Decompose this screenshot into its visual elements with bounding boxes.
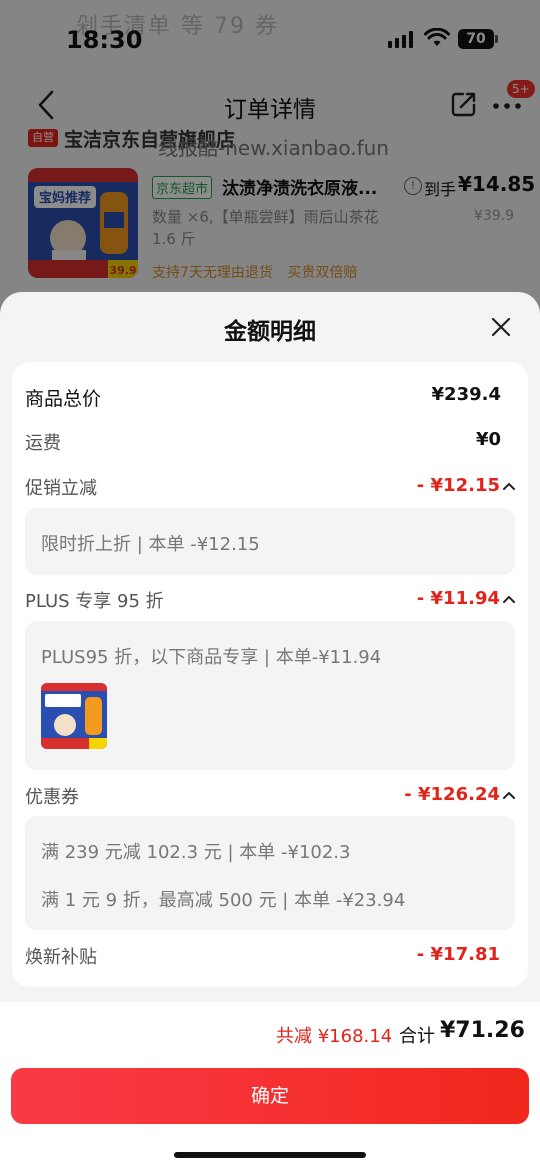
coupon-detail-2: 满 1 元 9 折，最高减 500 元 | 本单 -¥23.94 xyxy=(41,890,406,911)
renewal-subsidy-value: - ¥17.81 xyxy=(416,944,500,965)
footer-bar: 共减 ¥168.14 合计 ¥71.26 确定 xyxy=(0,1002,540,1170)
total-price: ¥71.26 xyxy=(440,1018,525,1043)
goods-total-label: 商品总价 xyxy=(25,388,102,410)
chevron-up-icon[interactable] xyxy=(502,481,516,491)
goods-total-value: ¥239.4 xyxy=(431,384,501,405)
promo-label: 促销立减 xyxy=(25,478,97,499)
promo-detail-box: 限时折上折 | 本单 -¥12.15 xyxy=(25,508,515,575)
shipping-value: ¥0 xyxy=(475,429,501,450)
price-breakdown-card: 商品总价 ¥239.4 运费 ¥0 促销立减 - ¥12.15 限时折上折 | … xyxy=(12,362,528,987)
coupon-detail-1: 满 239 元减 102.3 元 | 本单 -¥102.3 xyxy=(41,842,351,863)
coupon-label: 优惠券 xyxy=(25,787,79,808)
promo-value[interactable]: - ¥12.15 xyxy=(417,475,500,496)
plus-label: PLUS 专享 95 折 xyxy=(25,591,164,612)
sheet-title: 金额明细 xyxy=(224,319,316,345)
confirm-button[interactable]: 确定 xyxy=(11,1068,529,1124)
plus-product-thumb[interactable] xyxy=(41,683,107,749)
plus-detail: PLUS95 折，以下商品专享 | 本单-¥11.94 xyxy=(41,647,382,668)
coupon-value[interactable]: - ¥126.24 xyxy=(404,784,500,805)
dim-overlay[interactable] xyxy=(0,0,540,320)
total-reduction: 共减 ¥168.14 xyxy=(276,1026,393,1047)
chevron-up-icon[interactable] xyxy=(502,790,516,800)
shipping-label: 运费 xyxy=(25,433,61,454)
renewal-subsidy-label: 焕新补贴 xyxy=(25,947,97,968)
home-indicator xyxy=(174,1152,366,1158)
promo-detail: 限时折上折 | 本单 -¥12.15 xyxy=(41,534,260,555)
plus-value[interactable]: - ¥11.94 xyxy=(417,588,500,609)
chevron-up-icon[interactable] xyxy=(502,594,516,604)
coupon-detail-box: 满 239 元减 102.3 元 | 本单 -¥102.3 满 1 元 9 折，… xyxy=(25,816,515,930)
total-label: 合计 xyxy=(399,1026,435,1047)
close-icon[interactable] xyxy=(490,316,512,338)
plus-detail-box: PLUS95 折，以下商品专享 | 本单-¥11.94 xyxy=(25,621,515,770)
